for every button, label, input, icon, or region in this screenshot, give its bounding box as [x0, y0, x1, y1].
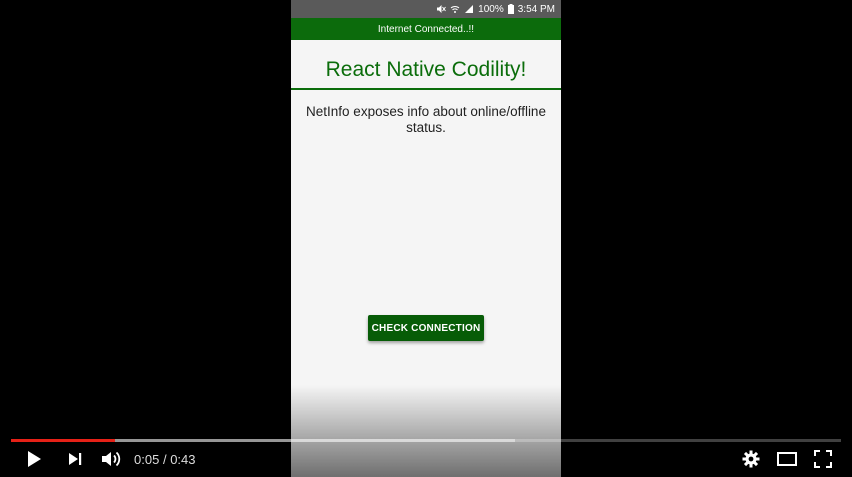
- status-bar: 100% 3:54 PM: [291, 0, 561, 18]
- play-button[interactable]: [22, 449, 46, 473]
- signal-icon: [464, 4, 474, 14]
- check-connection-button[interactable]: CHECK CONNECTION: [368, 315, 484, 341]
- app-title: React Native Codility!: [325, 58, 527, 81]
- battery-icon: [507, 4, 514, 14]
- fullscreen-icon: [814, 449, 832, 473]
- fullscreen-button[interactable]: [811, 449, 835, 473]
- network-status-banner: Internet Connected..!!: [291, 18, 561, 40]
- theater-mode-button[interactable]: [775, 449, 799, 473]
- time-separator: /: [162, 452, 167, 467]
- description-text: NetInfo exposes info about online/offlin…: [306, 104, 546, 135]
- battery-percent: 100%: [478, 3, 504, 15]
- played-progress: [11, 439, 115, 442]
- phone-screen: 100% 3:54 PM Internet Connected..!! Reac…: [291, 0, 561, 477]
- volume-button[interactable]: [98, 449, 124, 473]
- duration: 0:43: [170, 452, 196, 467]
- mute-icon: [436, 4, 447, 14]
- wifi-icon: [450, 4, 460, 14]
- play-icon: [26, 450, 42, 473]
- status-time: 3:54 PM: [517, 3, 555, 15]
- progress-bar[interactable]: [11, 439, 841, 442]
- settings-button[interactable]: [739, 449, 763, 473]
- theater-mode-icon: [777, 451, 797, 471]
- next-icon: [67, 451, 83, 472]
- time-display: 0:05 / 0:43: [134, 452, 196, 467]
- title-divider: [291, 88, 561, 90]
- current-time: 0:05: [134, 452, 160, 467]
- settings-icon: [742, 450, 760, 473]
- volume-icon: [100, 450, 122, 473]
- next-button[interactable]: [63, 449, 87, 473]
- controls-gradient: [291, 385, 561, 477]
